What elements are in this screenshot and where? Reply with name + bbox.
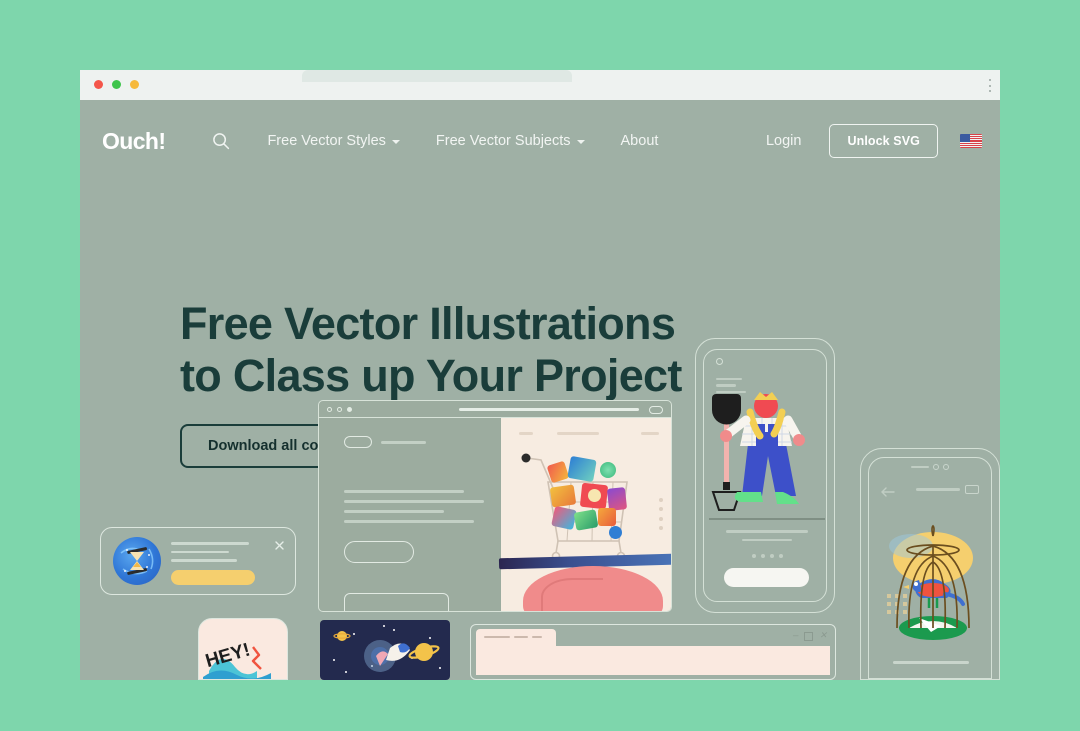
screen-caption-lines bbox=[726, 530, 808, 547]
phone-mockup-birdcage bbox=[860, 448, 1000, 680]
mockup-pagination-dots bbox=[659, 498, 663, 530]
screen-cta-button[interactable] bbox=[724, 568, 809, 587]
hourglass-icon bbox=[113, 537, 161, 585]
gardener-illustration bbox=[704, 388, 826, 518]
back-arrow-icon[interactable] bbox=[881, 484, 895, 497]
notification-cta-button[interactable] bbox=[171, 570, 255, 585]
mockup-url-bar bbox=[459, 408, 639, 411]
us-flag-icon[interactable] bbox=[960, 134, 982, 148]
desktop-window-card: — ✕ bbox=[470, 624, 836, 680]
mockup-titlebar bbox=[319, 401, 671, 418]
window-body bbox=[476, 646, 830, 675]
site-navigation: Ouch! Free Vector Styles Free Vector Sub… bbox=[80, 100, 1000, 182]
space-scene-card bbox=[320, 620, 450, 680]
unlock-svg-button[interactable]: Unlock SVG bbox=[829, 124, 938, 158]
chevron-down-icon bbox=[576, 140, 585, 144]
nav-link-free-vector-styles[interactable]: Free Vector Styles bbox=[267, 133, 400, 149]
tablet-device bbox=[498, 553, 671, 570]
browser-chrome bbox=[80, 70, 1000, 100]
window-maximize-button[interactable] bbox=[804, 632, 814, 641]
phone-screen bbox=[868, 457, 992, 679]
phone-notch bbox=[869, 464, 991, 470]
svg-text:HEY!: HEY! bbox=[203, 639, 252, 672]
nav-link-label: Free Vector Subjects bbox=[435, 133, 571, 149]
hero-heading-line2: to Class up Your Project bbox=[180, 350, 682, 401]
birdcage-illustration bbox=[875, 506, 989, 651]
window-tab[interactable] bbox=[476, 629, 556, 646]
window-maximize-dot[interactable] bbox=[130, 80, 139, 89]
search-icon[interactable] bbox=[211, 131, 231, 151]
home-indicator bbox=[893, 661, 969, 664]
mockup-content bbox=[498, 418, 671, 611]
screen-pagination-dots bbox=[752, 554, 783, 558]
download-all-comps-button[interactable]: Download all comps bbox=[180, 424, 377, 468]
vertical-dots-icon[interactable] bbox=[988, 79, 991, 92]
nav-link-free-vector-subjects[interactable]: Free Vector Subjects bbox=[436, 133, 585, 149]
hey-sticker-card: HEY! bbox=[198, 618, 288, 680]
hero-heading-line1: Free Vector Illustrations bbox=[180, 298, 676, 349]
close-icon[interactable] bbox=[275, 537, 284, 550]
hand-illustration bbox=[523, 566, 663, 611]
window-close-dot[interactable] bbox=[94, 80, 103, 89]
site-logo[interactable]: Ouch! bbox=[102, 128, 166, 155]
login-link[interactable]: Login bbox=[766, 133, 801, 149]
shopping-cart-illustration bbox=[498, 448, 671, 611]
screen-title-bar bbox=[916, 488, 960, 491]
page-title: Free Vector Illustrations to Class up Yo… bbox=[180, 298, 800, 402]
menu-icon[interactable] bbox=[965, 485, 979, 494]
notification-card-hourglass bbox=[100, 527, 296, 595]
nav-link-about[interactable]: About bbox=[621, 133, 659, 149]
nav-right-group: Login Unlock SVG bbox=[766, 124, 982, 158]
mockup-account-icon bbox=[649, 406, 663, 414]
browser-window: Ouch! Free Vector Styles Free Vector Sub… bbox=[80, 70, 1000, 680]
ground-line bbox=[709, 518, 825, 520]
chevron-down-icon bbox=[391, 140, 400, 144]
window-minimize-dot[interactable] bbox=[112, 80, 121, 89]
nav-link-label: About bbox=[620, 133, 659, 149]
window-close-button[interactable]: ✕ bbox=[819, 632, 827, 641]
browser-tab[interactable] bbox=[302, 70, 572, 82]
window-minimize-button[interactable]: — bbox=[793, 632, 798, 641]
notification-text-lines bbox=[171, 542, 249, 568]
nav-link-label: Free Vector Styles bbox=[267, 133, 386, 149]
window-controls: — ✕ bbox=[793, 632, 827, 641]
